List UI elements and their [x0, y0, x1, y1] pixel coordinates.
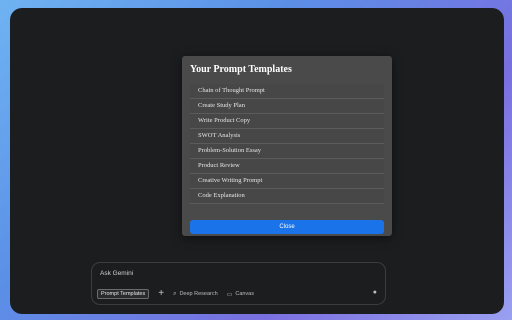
prompt-input[interactable]: Ask Gemini [100, 270, 133, 277]
prompt-input-box[interactable]: Ask Gemini Prompt Templates + ⌕ Deep Res… [91, 262, 386, 305]
canvas-label: Canvas [235, 291, 254, 297]
template-item[interactable]: SWOT Analysis [190, 129, 384, 144]
deep-research-icon: ⌕ [173, 290, 177, 297]
template-item[interactable]: Creative Writing Prompt [190, 174, 384, 189]
template-item[interactable]: Chain of Thought Prompt [190, 84, 384, 99]
template-item[interactable]: Create Study Plan [190, 99, 384, 114]
close-button[interactable]: Close [190, 220, 384, 234]
composer-toolbar: Prompt Templates + ⌕ Deep Research ▭ Can… [97, 288, 254, 300]
deep-research-button[interactable]: ⌕ Deep Research [173, 291, 218, 298]
template-item[interactable]: Product Review [190, 159, 384, 174]
deep-research-label: Deep Research [179, 291, 218, 297]
template-item[interactable]: Problem-Solution Essay [190, 144, 384, 159]
app-window: Your Prompt Templates Chain of Thought P… [10, 8, 504, 314]
modal-title: Your Prompt Templates [190, 64, 292, 75]
prompt-templates-button[interactable]: Prompt Templates [97, 289, 150, 299]
template-item[interactable]: Write Product Copy [190, 114, 384, 129]
template-item[interactable]: Code Explanation [190, 189, 384, 204]
microphone-icon[interactable]: ● [373, 289, 377, 296]
plus-icon[interactable]: + [158, 289, 164, 299]
canvas-icon: ▭ [226, 291, 233, 298]
prompt-templates-modal: Your Prompt Templates Chain of Thought P… [182, 56, 392, 236]
template-list: Chain of Thought Prompt Create Study Pla… [190, 84, 384, 204]
canvas-button[interactable]: ▭ Canvas [227, 291, 254, 298]
